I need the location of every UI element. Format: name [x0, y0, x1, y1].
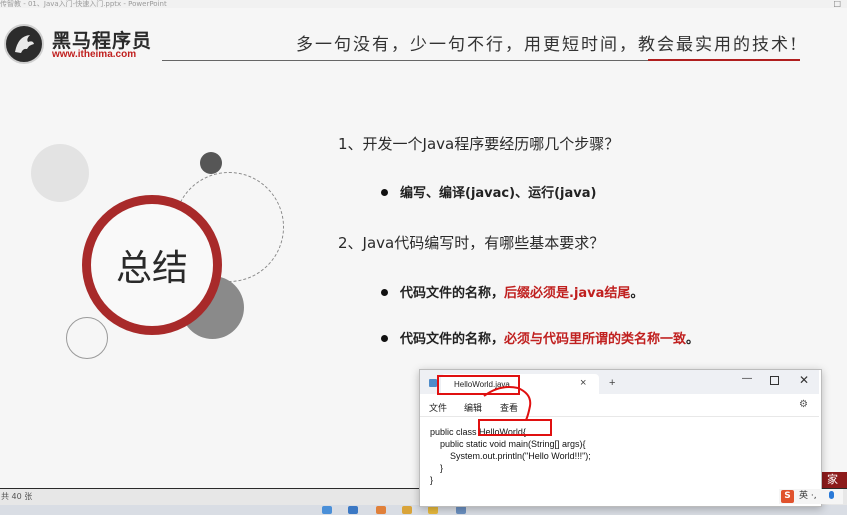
- q2-bullet-1-suffix: 。: [630, 286, 644, 301]
- slide-count: 共 40 张: [1, 492, 33, 501]
- menu-file[interactable]: 文件: [429, 401, 447, 414]
- decor-circle-outline: [66, 317, 108, 359]
- taskbar-app-icon[interactable]: [322, 506, 332, 514]
- taskbar-app-icon[interactable]: [376, 506, 386, 514]
- question-1: 1、开发一个Java程序要经历哪几个步骤？: [338, 135, 620, 153]
- corner-red-tag: 家: [818, 472, 847, 488]
- q1-bullet-text: 编写、编译(javac)、运行(java): [400, 186, 597, 201]
- taskbar-app-icon[interactable]: [402, 506, 412, 514]
- maximize-button[interactable]: [770, 376, 779, 385]
- bullet-dot: [381, 335, 388, 342]
- code-line: public static void main(String[] args){: [430, 439, 586, 449]
- q2-bullet-2-highlight: 必须与代码里所谓的类名称一致: [504, 332, 687, 347]
- q2-bullet-2-prefix: 代码文件的名称，: [400, 332, 505, 347]
- microphone-icon[interactable]: [829, 491, 834, 499]
- close-tab-icon[interactable]: ×: [580, 377, 586, 389]
- q2-bullet-1-prefix: 代码文件的名称，: [400, 286, 505, 301]
- taskbar-app-icon[interactable]: [348, 506, 358, 514]
- annotation-arrow: [483, 386, 532, 421]
- brand-url: www.itheima.com: [52, 49, 137, 60]
- summary-circle: 总结: [82, 195, 222, 335]
- brand-logo-icon: [4, 24, 44, 64]
- notepad-app-icon: [429, 379, 437, 387]
- taskbar-app-icon[interactable]: [456, 506, 466, 514]
- settings-gear-icon[interactable]: ⚙: [799, 399, 808, 410]
- bullet-dot: [381, 189, 388, 196]
- taskbar-app-icon[interactable]: [428, 506, 438, 514]
- window-title-bar: 传智教 - 01、Java入门-快速入门.pptx - PowerPoint □: [0, 0, 847, 8]
- decor-circle-dark: [200, 152, 222, 174]
- close-window-button[interactable]: ✕: [799, 373, 809, 387]
- q2-bullet-2: 代码文件的名称，必须与代码里所谓的类名称一致。: [381, 328, 699, 347]
- header-accent-divider: [648, 59, 800, 61]
- q1-bullet: 编写、编译(javac)、运行(java): [381, 182, 596, 201]
- summary-label: 总结: [115, 248, 188, 289]
- question-2: 2、Java代码编写时，有哪些基本要求？: [338, 234, 605, 252]
- minimize-button[interactable]: —: [742, 373, 752, 384]
- decor-circle-light: [31, 144, 89, 202]
- q2-bullet-1-highlight: 后缀必须是.java结尾: [504, 286, 631, 301]
- window-restore-icon[interactable]: □: [833, 0, 841, 8]
- new-tab-button[interactable]: +: [609, 377, 615, 389]
- ime-mode[interactable]: 英 ·,: [799, 489, 817, 504]
- code-line: System.out.println("Hello World!!!");: [430, 451, 591, 461]
- sogou-logo-icon: S: [781, 490, 794, 503]
- bullet-dot: [381, 289, 388, 296]
- slogan: 多一句没有，少一句不行，用更短时间，教会最实用的技术!: [296, 35, 799, 55]
- ime-toolbar[interactable]: S 英 ·,: [779, 489, 843, 504]
- q2-bullet-1: 代码文件的名称，后缀必须是.java结尾。: [381, 282, 643, 301]
- code-line: }: [430, 475, 434, 485]
- q2-bullet-2-suffix: 。: [686, 332, 700, 347]
- window-title: 传智教 - 01、Java入门-快速入门.pptx - PowerPoint: [0, 0, 167, 8]
- code-line: }: [430, 463, 444, 473]
